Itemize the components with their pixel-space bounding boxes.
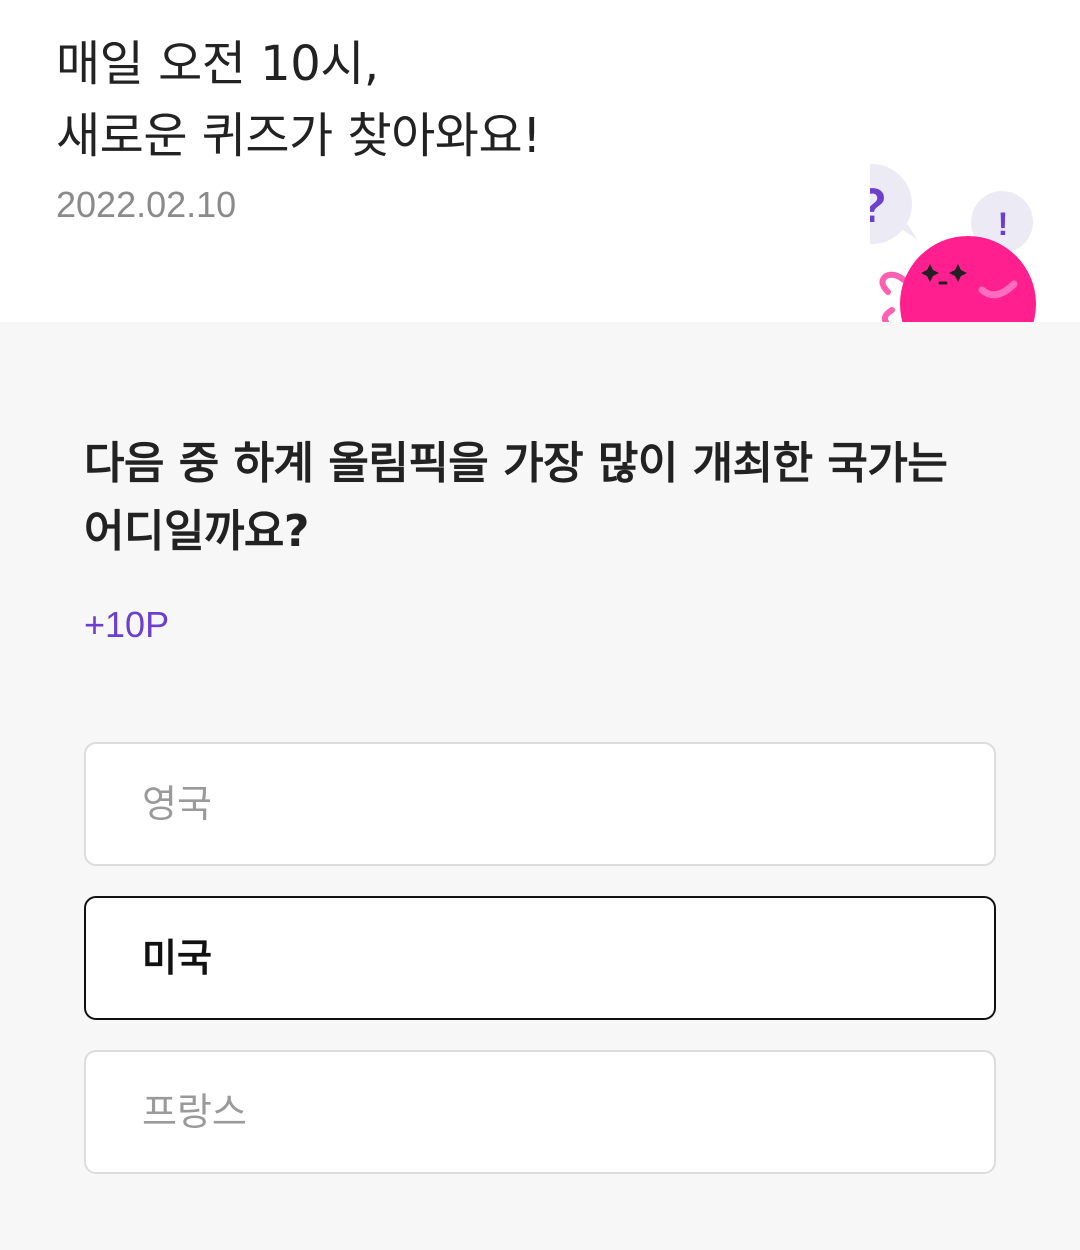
reward-points: +10P [84, 604, 170, 645]
quiz-date: 2022.02.10 [56, 184, 237, 225]
quiz-header: 매일 오전 10시, 새로운 퀴즈가 찾아와요! 2022.02.10 ? ! [0, 0, 1080, 322]
question-mark: ? [870, 180, 887, 233]
answer-option-uk[interactable]: 영국 [84, 742, 996, 866]
answer-option-label: 프랑스 [142, 1090, 247, 1134]
answer-option-usa[interactable]: 미국 [84, 896, 996, 1020]
title-line-2: 새로운 퀴즈가 찾아와요! [56, 108, 541, 164]
quiz-question: 다음 중 하계 올림픽을 가장 많이 개최한 국가는 어디일까요? [84, 438, 948, 557]
answer-option-label: 미국 [142, 936, 212, 980]
mascot-illustration: ? ! [870, 160, 1050, 322]
exclaim-mark: ! [998, 206, 1009, 242]
page-title: 매일 오전 10시, 새로운 퀴즈가 찾아와요! [56, 28, 541, 172]
quiz-content: 다음 중 하계 올림픽을 가장 많이 개최한 국가는 어디일까요? +10P 영… [0, 322, 1080, 1250]
title-line-1: 매일 오전 10시, [56, 36, 379, 92]
question-bubble-icon: ? [870, 164, 918, 244]
answer-option-label: 영국 [142, 782, 212, 826]
answer-option-france[interactable]: 프랑스 [84, 1050, 996, 1174]
